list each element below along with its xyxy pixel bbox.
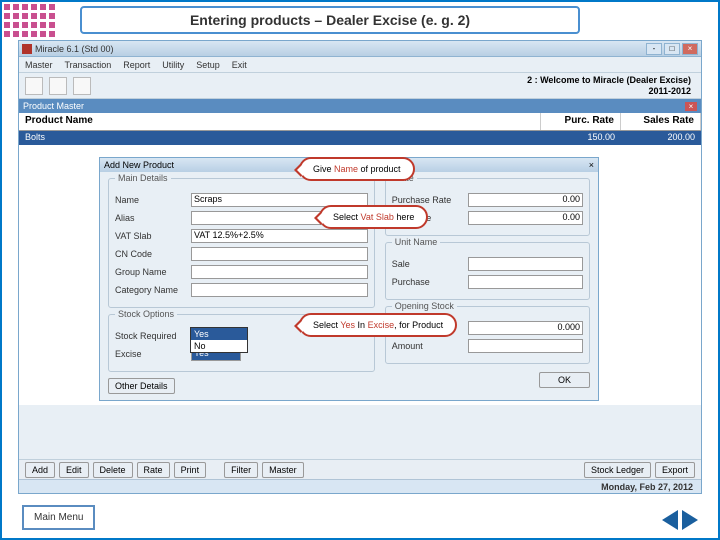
slide-title: Entering products – Dealer Excise (e. g.… [80, 6, 580, 34]
purchase-rate-input[interactable]: 0.00 [468, 193, 583, 207]
edit-button[interactable]: Edit [59, 462, 89, 478]
callout-vat: Select Vat Slab here [319, 205, 428, 229]
close-button[interactable]: × [682, 43, 698, 55]
alias-label: Alias [115, 213, 191, 223]
amount-input[interactable] [468, 339, 583, 353]
main-details-fieldset: Main Details NameScraps Alias VAT SlabVA… [108, 178, 375, 308]
next-slide-icon[interactable] [682, 510, 698, 530]
cn-label: CN Code [115, 249, 191, 259]
app-icon [22, 44, 32, 54]
sale-unit-label: Sale [392, 259, 468, 269]
tool-icon-3[interactable] [73, 77, 91, 95]
other-details-button[interactable]: Other Details [108, 378, 175, 394]
sale-rate-input[interactable]: 0.00 [468, 211, 583, 225]
dialog-close-icon[interactable]: × [589, 160, 594, 170]
application-window: Miracle 6.1 (Std 00) - □ × Master Transa… [18, 40, 702, 494]
menu-master[interactable]: Master [25, 60, 53, 70]
callout-excise: Select Yes In Excise, for Product [299, 313, 457, 337]
menu-utility[interactable]: Utility [162, 60, 184, 70]
product-master-close-icon[interactable]: × [685, 102, 697, 111]
quantity-input[interactable]: 0.000 [468, 321, 583, 335]
welcome-text: 2 : Welcome to Miracle (Dealer Excise)20… [523, 73, 695, 99]
tool-icon-1[interactable] [25, 77, 43, 95]
add-product-dialog: Add New Product × Main Details NameScrap… [99, 157, 599, 401]
unit-name-fieldset: Unit Name Sale Purchase [385, 242, 590, 300]
prev-slide-icon[interactable] [662, 510, 678, 530]
group-label: Group Name [115, 267, 191, 277]
col-product-name[interactable]: Product Name [19, 113, 541, 130]
filter-button[interactable]: Filter [224, 462, 258, 478]
category-input[interactable] [191, 283, 368, 297]
stock-ledger-button[interactable]: Stock Ledger [584, 462, 651, 478]
toolbar: 2 : Welcome to Miracle (Dealer Excise)20… [19, 73, 701, 99]
tool-icon-2[interactable] [49, 77, 67, 95]
group-input[interactable] [191, 265, 368, 279]
main-menu-button[interactable]: Main Menu [22, 505, 95, 530]
purchase-unit-label: Purchase [392, 277, 468, 287]
master-button[interactable]: Master [262, 462, 304, 478]
titlebar: Miracle 6.1 (Std 00) - □ × [19, 41, 701, 57]
export-button[interactable]: Export [655, 462, 695, 478]
grid-body: Add New Product × Main Details NameScrap… [19, 145, 701, 405]
grid-row[interactable]: Bolts 150.00 200.00 [19, 131, 701, 145]
stock-required-label: Stock Required [115, 331, 191, 341]
purchase-rate-label: Purchase Rate [392, 195, 468, 205]
cn-code-input[interactable] [191, 247, 368, 261]
print-button[interactable]: Print [174, 462, 207, 478]
grid-header: Product Name Purc. Rate Sales Rate [19, 113, 701, 131]
excise-label: Excise [115, 349, 191, 359]
action-bar: Add Edit Delete Rate Print Filter Master… [19, 459, 701, 479]
name-label: Name [115, 195, 191, 205]
ok-button[interactable]: OK [539, 372, 590, 388]
product-master-header: Product Master × [19, 99, 701, 113]
status-date: Monday, Feb 27, 2012 [601, 482, 693, 492]
menu-report[interactable]: Report [123, 60, 150, 70]
menu-setup[interactable]: Setup [196, 60, 220, 70]
menu-transaction[interactable]: Transaction [65, 60, 112, 70]
purchase-unit-input[interactable] [468, 275, 583, 289]
col-purc-rate[interactable]: Purc. Rate [541, 113, 621, 130]
minimize-button[interactable]: - [646, 43, 662, 55]
col-sales-rate[interactable]: Sales Rate [621, 113, 701, 130]
rate-button[interactable]: Rate [137, 462, 170, 478]
sale-unit-input[interactable] [468, 257, 583, 271]
window-title: Miracle 6.1 (Std 00) [35, 44, 646, 54]
excise-option-yes[interactable]: Yes [191, 328, 247, 340]
menubar: Master Transaction Report Utility Setup … [19, 57, 701, 73]
excise-option-no[interactable]: No [191, 340, 247, 352]
maximize-button[interactable]: □ [664, 43, 680, 55]
vat-slab-select[interactable]: VAT 12.5%+2.5% [191, 229, 368, 243]
callout-name: Give Name of product [299, 157, 415, 181]
slide-decoration [4, 4, 55, 37]
add-button[interactable]: Add [25, 462, 55, 478]
amount-label: Amount [392, 341, 468, 351]
menu-exit[interactable]: Exit [232, 60, 247, 70]
vat-label: VAT Slab [115, 231, 191, 241]
excise-dropdown-list: Yes No [190, 327, 248, 353]
status-bar: Monday, Feb 27, 2012 [19, 479, 701, 493]
slide-nav [662, 510, 698, 530]
category-label: Category Name [115, 285, 191, 295]
delete-button[interactable]: Delete [93, 462, 133, 478]
